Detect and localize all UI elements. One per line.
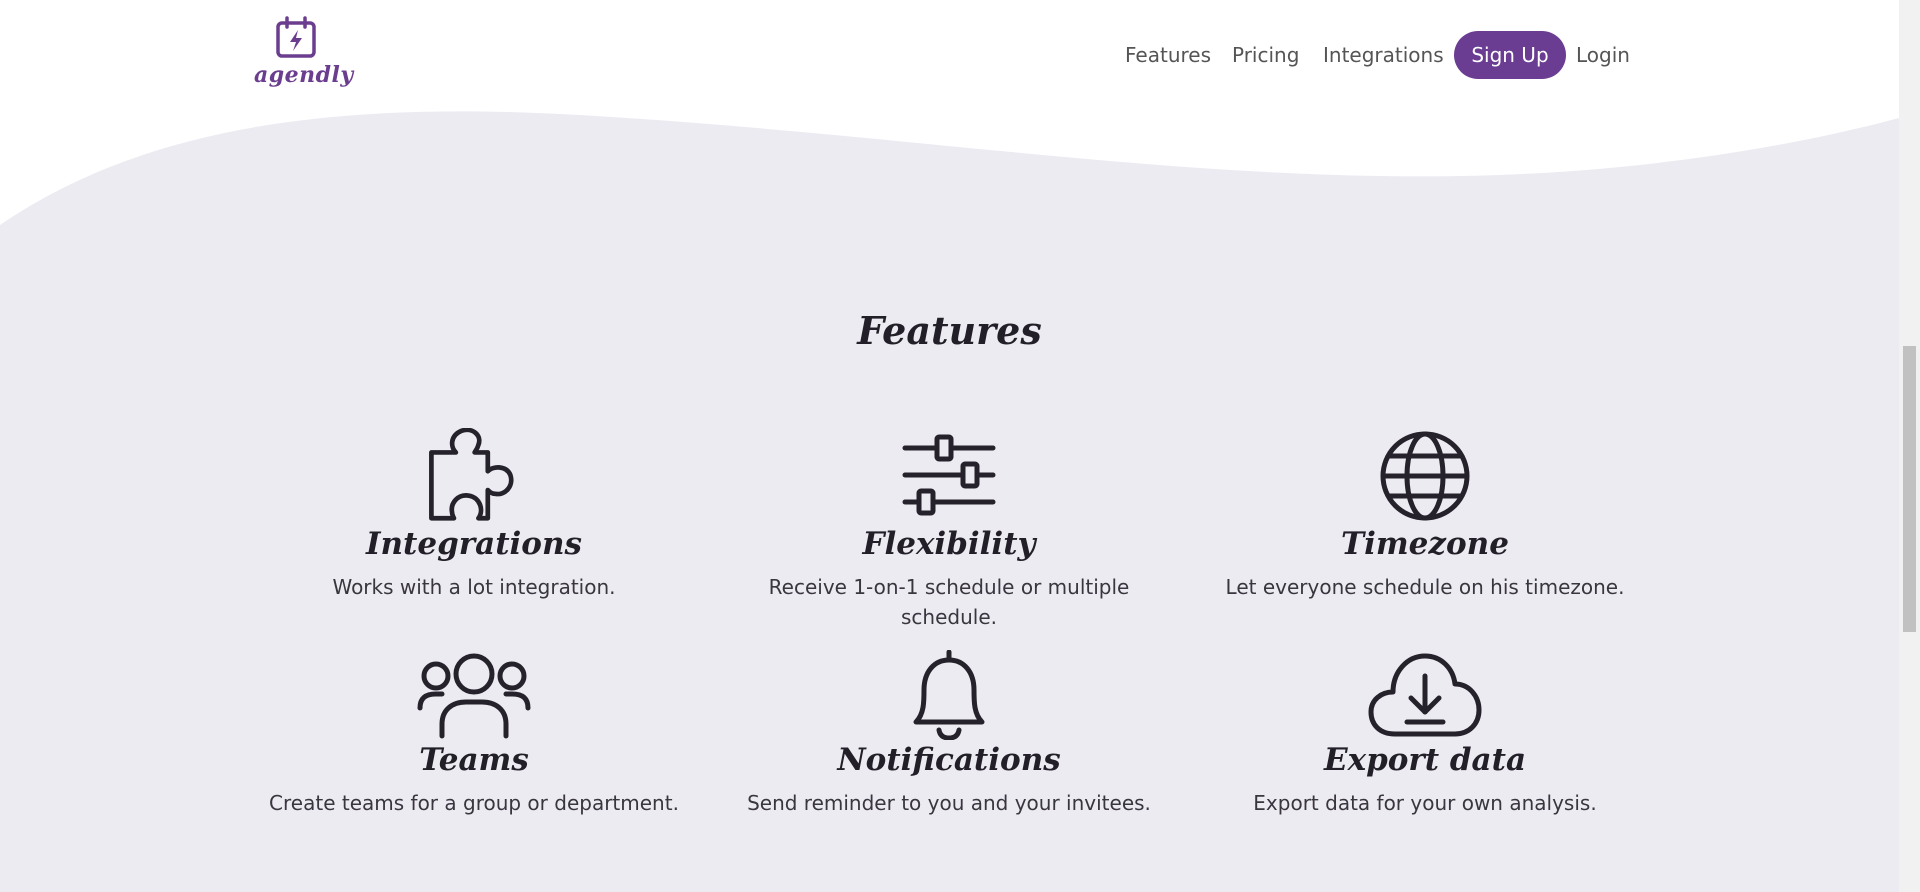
nav-link-features[interactable]: Features [1125, 31, 1211, 79]
feature-card-integrations: Integrations Works with a lot integratio… [254, 428, 694, 602]
feature-title: Timezone [1341, 526, 1509, 562]
feature-title: Export data [1323, 742, 1527, 778]
feature-description: Export data for your own analysis. [1253, 791, 1597, 815]
feature-description: Send reminder to you and your invitees. [747, 791, 1151, 815]
page: agendly Features Pricing Integrations Si… [0, 0, 1899, 892]
globe-icon [1380, 431, 1470, 521]
feature-card-export-data: Export data Export data for your own ana… [1205, 650, 1645, 818]
cloud-download-icon [1368, 653, 1482, 737]
page-scrollbar[interactable] [1899, 0, 1920, 892]
users-icon [417, 653, 531, 739]
nav-link-pricing[interactable]: Pricing [1232, 31, 1299, 79]
features-section-title: Features [857, 308, 1042, 353]
top-navigation: agendly Features Pricing Integrations Si… [0, 0, 1899, 110]
puzzle-icon [429, 428, 514, 521]
scrollbar-thumb[interactable] [1903, 346, 1916, 632]
nav-link-integrations[interactable]: Integrations [1323, 31, 1444, 79]
sliders-icon [902, 434, 996, 516]
bell-icon [913, 650, 985, 740]
feature-card-timezone: Timezone Let everyone schedule on his ti… [1205, 428, 1645, 602]
feature-title: Integrations [366, 526, 582, 562]
feature-title: Notifications [837, 742, 1061, 778]
feature-description: Receive 1-on-1 schedule or multiple sche… [768, 575, 1130, 629]
feature-description: Works with a lot integration. [332, 575, 616, 599]
brand-name: agendly [254, 62, 354, 88]
signup-button[interactable]: Sign Up [1454, 31, 1566, 79]
feature-description: Let everyone schedule on his timezone. [1225, 575, 1625, 599]
feature-card-notifications: Notifications Send reminder to you and y… [729, 650, 1169, 818]
calendar-bolt-icon [276, 16, 316, 58]
feature-card-flexibility: Flexibility Receive 1-on-1 schedule or m… [729, 428, 1169, 632]
brand-logo[interactable]: agendly [254, 16, 354, 92]
feature-description: Create teams for a group or department. [269, 791, 679, 815]
feature-card-teams: Teams Create teams for a group or depart… [254, 650, 694, 818]
feature-title: Flexibility [862, 526, 1036, 562]
feature-title: Teams [419, 742, 529, 778]
login-link[interactable]: Login [1576, 31, 1630, 79]
